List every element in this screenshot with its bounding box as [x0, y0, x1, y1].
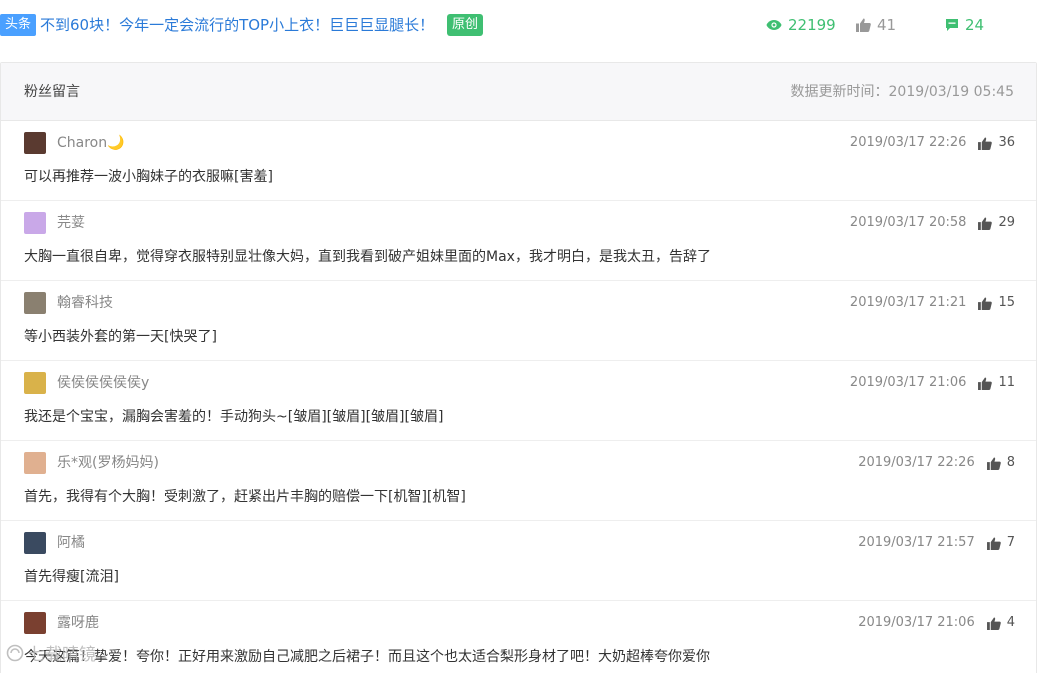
comment-like-count: 29	[998, 215, 1015, 230]
comment-text: 我还是个宝宝，漏胸会害羞的！手动狗头~[皱眉][皱眉][皱眉][皱眉]	[24, 409, 444, 425]
comment-row-3: 翰睿科技 2019/03/17 21:21 15 等小西装外套的第一天[快哭了]	[1, 281, 1036, 361]
panel-title: 粉丝留言	[24, 84, 80, 100]
avatar[interactable]	[24, 452, 46, 474]
commenter-name[interactable]: 侯侯侯侯侯侯y	[57, 372, 149, 394]
comment-text: 今天这篇！挚爱！夸你！正好用来激励自己减肥之后裙子！而且这个也太适合梨形身材了吧…	[24, 649, 710, 665]
comment-like-count: 36	[998, 135, 1015, 150]
comments-count: 24	[965, 16, 985, 34]
watermark-logo-icon	[6, 644, 24, 661]
thumbs-up-icon	[856, 18, 871, 32]
comment-time: 2019/03/17 21:21	[849, 295, 967, 310]
thumbs-up-icon[interactable]	[986, 536, 1001, 550]
comment-like-count: 11	[998, 375, 1015, 390]
comment-time: 2019/03/17 21:06	[858, 615, 975, 630]
thumbs-up-icon[interactable]	[978, 216, 993, 230]
original-tag: 原创	[447, 14, 484, 36]
comment-time: 2019/03/17 21:06	[849, 375, 967, 390]
comment-meta: 2019/03/17 21:21 15	[850, 292, 1015, 314]
commenter-name[interactable]: 露呀鹿	[57, 612, 99, 634]
comment-meta: 2019/03/17 22:26 8	[858, 452, 1015, 474]
comment-row-6: 阿橘 2019/03/17 21:57 7 首先得瘦[流泪]	[1, 521, 1036, 601]
fan-comments-panel: 粉丝留言 数据更新时间：2019/03/19 05:45 Charon🌙 201…	[0, 62, 1037, 673]
thumbs-up-icon[interactable]	[986, 456, 1001, 470]
avatar[interactable]	[24, 292, 46, 314]
headline-tag: 头条	[0, 14, 37, 36]
update-time: 数据更新时间：2019/03/19 05:45	[790, 84, 1015, 100]
avatar[interactable]	[24, 372, 46, 394]
comment-meta: 2019/03/17 20:58 29	[850, 212, 1015, 234]
watermark-text: 七载晴镜	[28, 645, 96, 665]
comments-stat: 24	[945, 14, 984, 36]
panel-header: 粉丝留言 数据更新时间：2019/03/19 05:45	[1, 63, 1036, 121]
comment-row-1: Charon🌙 2019/03/17 22:26 36 可以再推荐一波小胸妹子的…	[1, 121, 1036, 201]
comment-meta: 2019/03/17 21:06 11	[850, 372, 1015, 394]
likes-count: 41	[877, 16, 897, 34]
eye-icon	[766, 20, 782, 30]
avatar[interactable]	[24, 532, 46, 554]
watermark: 七载晴镜	[6, 640, 96, 665]
thumbs-up-icon[interactable]	[986, 616, 1001, 630]
commenter-name[interactable]: 翰睿科技	[57, 292, 113, 314]
comment-row-2: 芫荽 2019/03/17 20:58 29 大胸一直很自卑，觉得穿衣服特别显壮…	[1, 201, 1036, 281]
comment-list: Charon🌙 2019/03/17 22:26 36 可以再推荐一波小胸妹子的…	[1, 121, 1036, 673]
comment-text: 可以再推荐一波小胸妹子的衣服嘛[害羞]	[24, 169, 273, 185]
comment-row-7: 露呀鹿 2019/03/17 21:06 4 今天这篇！挚爱！夸你！正好用来激励…	[1, 601, 1036, 673]
comment-like-count: 7	[1006, 535, 1015, 550]
thumbs-up-icon[interactable]	[978, 376, 993, 390]
likes-stat: 41	[856, 14, 896, 36]
comment-like-count: 15	[998, 295, 1015, 310]
comment-time: 2019/03/17 21:57	[858, 535, 975, 550]
comment-time: 2019/03/17 22:26	[858, 455, 975, 470]
comment-text: 首先，我得有个大胸！受刺激了，赶紧出片丰胸的赔偿一下[机智][机智]	[24, 489, 466, 505]
comment-text: 等小西装外套的第一天[快哭了]	[24, 329, 217, 345]
comment-like-count: 8	[1006, 455, 1015, 470]
views-count: 22199	[788, 16, 836, 34]
avatar[interactable]	[24, 212, 46, 234]
comment-meta: 2019/03/17 21:06 4	[858, 612, 1015, 634]
commenter-name[interactable]: 乐*观(罗杨妈妈)	[57, 452, 159, 474]
thumbs-up-icon[interactable]	[978, 296, 993, 310]
comment-icon	[946, 19, 958, 31]
commenter-name[interactable]: 芫荽	[57, 212, 85, 234]
comment-time: 2019/03/17 22:26	[849, 135, 967, 150]
thumbs-up-icon[interactable]	[978, 136, 993, 150]
comment-row-4: 侯侯侯侯侯侯y 2019/03/17 21:06 11 我还是个宝宝，漏胸会害羞…	[1, 361, 1036, 441]
views-stat: 22199	[766, 14, 836, 36]
avatar[interactable]	[24, 612, 46, 634]
comment-row-5: 乐*观(罗杨妈妈) 2019/03/17 22:26 8 首先，我得有个大胸！受…	[1, 441, 1036, 521]
comment-text: 大胸一直很自卑，觉得穿衣服特别显壮像大妈，直到我看到破产姐妹里面的Max，我才明…	[24, 249, 711, 265]
article-bar: 头条 不到60块！今年一定会流行的TOP小上衣！巨巨巨显腿长！ 原创 22199…	[0, 0, 1039, 52]
commenter-name[interactable]: 阿橘	[57, 532, 85, 554]
article-title-link[interactable]: 不到60块！今年一定会流行的TOP小上衣！巨巨巨显腿长！	[40, 14, 434, 36]
comment-meta: 2019/03/17 22:26 36	[850, 132, 1015, 154]
commenter-name[interactable]: Charon🌙	[57, 132, 125, 154]
comment-time: 2019/03/17 20:58	[849, 215, 967, 230]
comment-like-count: 4	[1006, 615, 1015, 630]
comment-meta: 2019/03/17 21:57 7	[858, 532, 1015, 554]
avatar[interactable]	[24, 132, 46, 154]
comment-text: 首先得瘦[流泪]	[24, 569, 119, 585]
